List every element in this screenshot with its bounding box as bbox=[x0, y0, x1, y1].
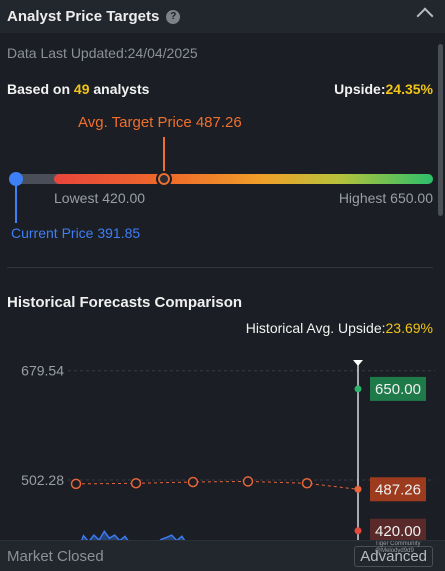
avg-target-marker-line bbox=[163, 137, 165, 173]
y-tick-label: 502.28 bbox=[21, 472, 64, 488]
panel-header[interactable]: Analyst Price Targets ? bbox=[0, 0, 445, 33]
upside-label: Upside: bbox=[334, 81, 386, 97]
watermark-line-1: Tiger Community bbox=[375, 541, 421, 547]
current-price-marker-line bbox=[15, 180, 17, 223]
avg-target-series-line bbox=[75, 480, 359, 490]
avg-target-point bbox=[301, 478, 313, 489]
value-label: 650.00 bbox=[375, 381, 421, 398]
watermark: Tiger Community @Melodyd9d9 bbox=[375, 541, 420, 555]
avg-target-dot bbox=[156, 171, 172, 187]
current-price-dot bbox=[9, 172, 23, 186]
based-on-suffix: analysts bbox=[89, 81, 150, 97]
crosshair-handle-icon[interactable] bbox=[353, 360, 363, 366]
watermark-line-2: @Melodyd9d9 bbox=[375, 548, 414, 554]
historical-upside-value: 23.69% bbox=[385, 320, 433, 336]
avg-target-point bbox=[130, 478, 142, 489]
data-last-updated: Data Last Updated:24/04/2025 bbox=[7, 45, 198, 61]
y-tick-label: 679.54 bbox=[21, 363, 64, 379]
historical-upside-text: Historical Avg. Upside:23.69% bbox=[246, 320, 433, 336]
chevron-up-icon[interactable] bbox=[416, 7, 434, 25]
price-area bbox=[68, 531, 358, 540]
footer-bar: Market Closed Advanced Tiger Community @… bbox=[0, 540, 445, 571]
lowest-label: Lowest 420.00 bbox=[54, 190, 146, 206]
forecast-marker bbox=[354, 485, 362, 493]
scrollbar[interactable] bbox=[438, 44, 443, 216]
based-on-prefix: Based on bbox=[7, 81, 74, 97]
forecast-marker bbox=[354, 385, 362, 393]
historical-forecast-chart[interactable]: 679.54 502.28 650.00 487.26 420.00 bbox=[0, 355, 445, 540]
avg-target-label: Avg. Target Price 487.26 bbox=[78, 114, 242, 131]
help-icon[interactable]: ? bbox=[166, 9, 181, 24]
market-status: Market Closed bbox=[7, 548, 104, 565]
forecast-marker bbox=[354, 527, 362, 535]
section-divider bbox=[7, 267, 433, 268]
analyst-count: 49 bbox=[73, 81, 90, 97]
avg-target-point bbox=[70, 478, 82, 490]
analyst-count-text: Based on 49 analysts bbox=[7, 81, 149, 97]
highest-label: Highest 650.00 bbox=[338, 190, 433, 206]
panel-title: Analyst Price Targets bbox=[7, 8, 160, 25]
upside-value: 24.35% bbox=[385, 81, 433, 97]
value-label: 420.00 bbox=[375, 523, 421, 540]
historical-title: Historical Forecasts Comparison bbox=[7, 294, 243, 311]
historical-upside-label: Historical Avg. Upside: bbox=[245, 320, 386, 336]
value-label: 487.26 bbox=[375, 481, 421, 498]
avg-target-point bbox=[242, 476, 254, 487]
current-price-label: Current Price 391.85 bbox=[11, 225, 141, 241]
price-range-gradient bbox=[54, 174, 433, 184]
avg-target-point bbox=[187, 476, 199, 488]
upside-text: Upside:24.35% bbox=[334, 81, 433, 97]
